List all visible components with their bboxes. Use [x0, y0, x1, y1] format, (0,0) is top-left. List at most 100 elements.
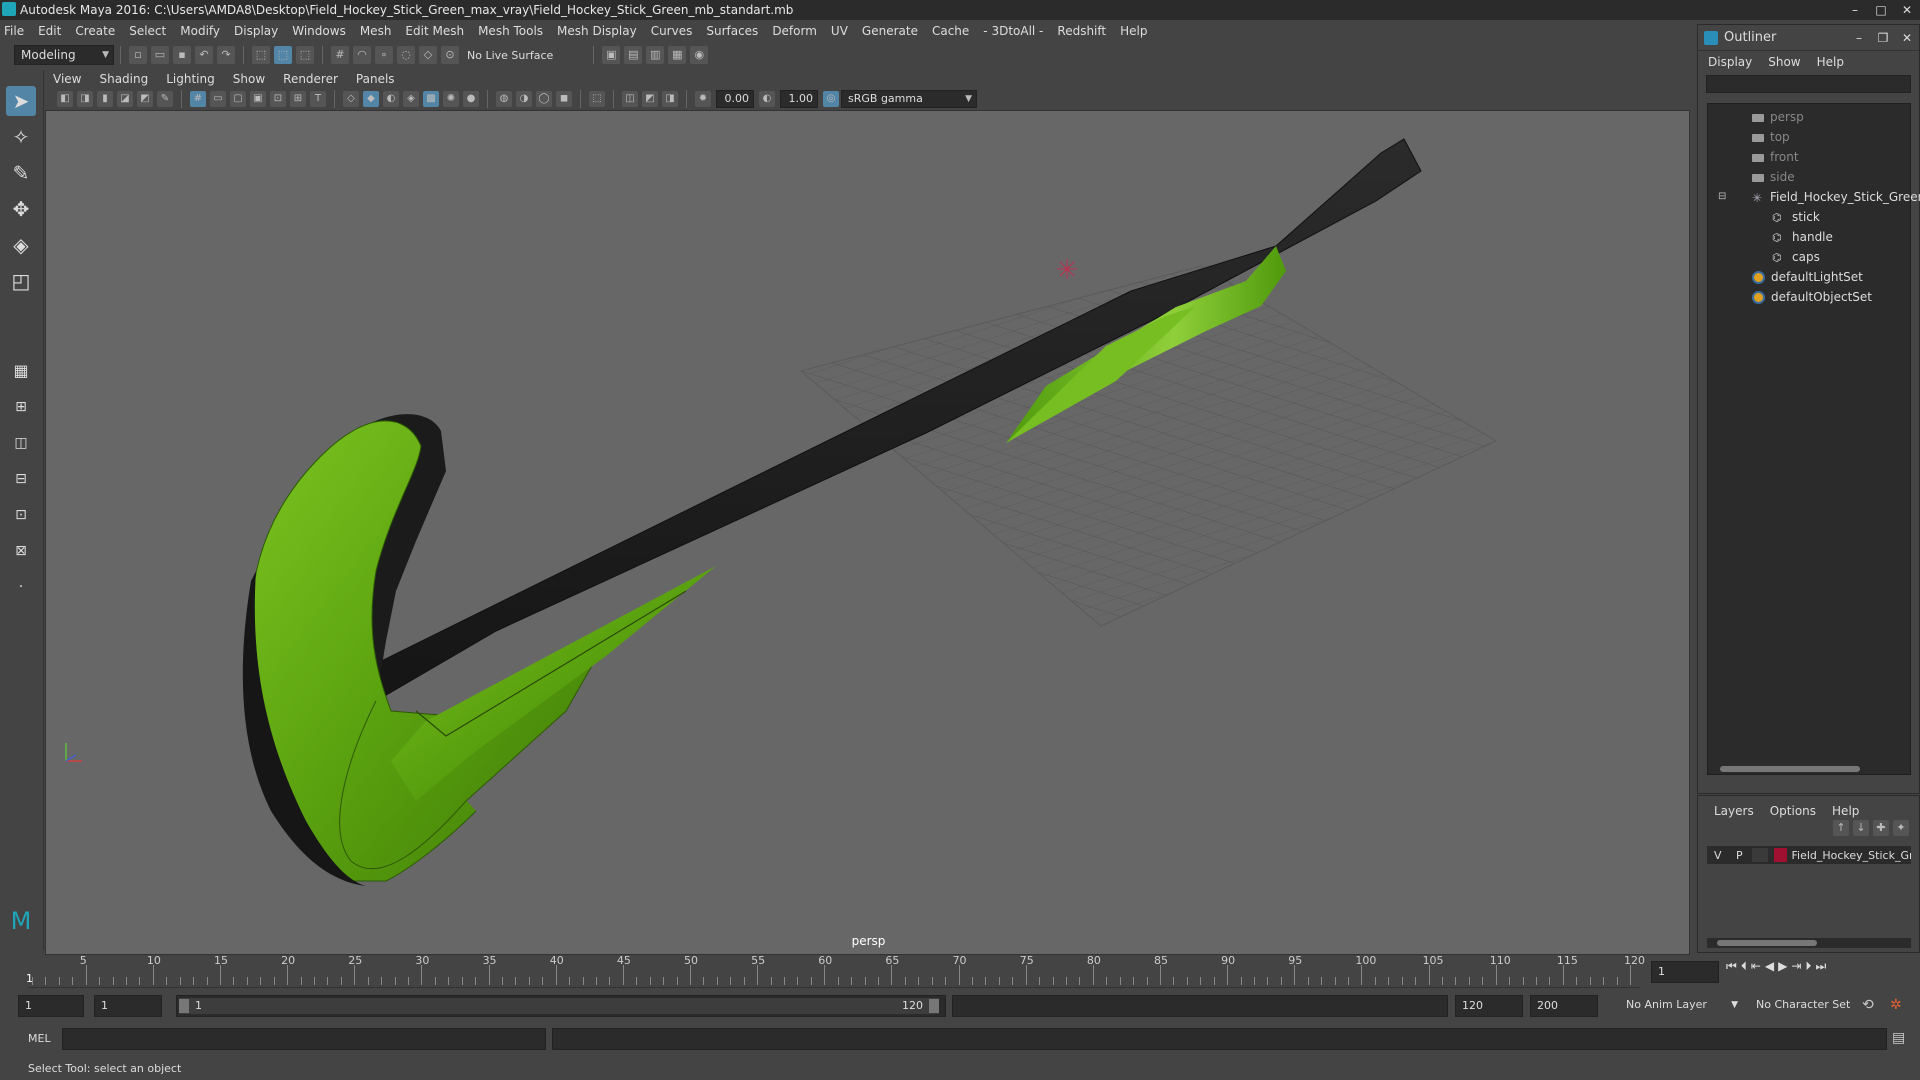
open-scene-icon[interactable]: ▭ [151, 46, 169, 64]
layer-menu-item[interactable]: Help [1832, 800, 1859, 822]
menu-set-dropdown[interactable]: Modeling ▼ [14, 45, 114, 65]
hypershade-layout-icon[interactable]: ⊠ [6, 536, 36, 566]
gamma-icon[interactable]: ◐ [759, 91, 775, 107]
outliner-menu-item[interactable]: Show [1768, 51, 1800, 73]
motion-blur-icon[interactable]: ◑ [516, 91, 532, 107]
camera-attr-icon[interactable]: ◨ [77, 91, 93, 107]
outliner-item[interactable]: defaultObjectSet [1752, 288, 1872, 306]
step-back-key-icon[interactable]: ⏴ [1741, 959, 1747, 974]
exposure-icon[interactable]: ✹ [695, 91, 711, 107]
new-scene-icon[interactable]: ▫ [129, 46, 147, 64]
time-slider[interactable]: 5 10 15 20 25 30 35 40 45 50 55 60 65 70 75 80 85 90 95 100… [0, 954, 1920, 988]
depth-of-field-icon[interactable]: ◼ [556, 91, 572, 107]
maximize-button[interactable]: □ [1868, 0, 1894, 20]
move-layer-down-icon[interactable]: ↓ [1853, 820, 1869, 836]
snap-grid-icon[interactable]: # [331, 46, 349, 64]
snap-point-icon[interactable]: ∘ [375, 46, 393, 64]
command-language-label[interactable]: MEL [28, 1032, 51, 1045]
safe-action-icon[interactable]: ⊞ [290, 91, 306, 107]
viewport-menu-item[interactable]: Panels [356, 72, 395, 86]
viewport-menu-item[interactable]: Lighting [166, 72, 215, 86]
menu-item[interactable]: Deform [772, 24, 817, 38]
step-forward-key-icon[interactable]: ⏵ [1805, 959, 1811, 974]
outliner-item[interactable]: top [1752, 128, 1790, 146]
menu-item[interactable]: Modify [180, 24, 220, 38]
menu-item[interactable]: Mesh Tools [478, 24, 543, 38]
move-tool-icon[interactable]: ✥ [6, 194, 36, 224]
wireframe-on-shaded-icon[interactable]: ◈ [403, 91, 419, 107]
play-backwards-icon[interactable]: ◀ [1765, 959, 1774, 974]
menu-item[interactable]: Edit [38, 24, 61, 38]
go-to-end-icon[interactable]: ⏭ [1815, 959, 1826, 974]
resolution-gate-icon[interactable]: ▢ [230, 91, 246, 107]
xray-icon[interactable]: ◫ [622, 91, 638, 107]
bookmark-icon[interactable]: ▮ [97, 91, 113, 107]
gamma-field[interactable]: 1.00 [780, 90, 818, 108]
select-tool-icon[interactable]: ➤ [6, 86, 36, 116]
four-view-layout-icon[interactable]: ⊞ [6, 392, 36, 422]
redo-icon[interactable]: ↷ [217, 46, 235, 64]
play-forwards-icon[interactable]: ▶ [1778, 959, 1787, 974]
xray-active-icon[interactable]: ◩ [642, 91, 658, 107]
undo-icon[interactable]: ↶ [195, 46, 213, 64]
grid-toggle-icon[interactable]: # [190, 91, 206, 107]
select-component-icon[interactable]: ⬚ [296, 46, 314, 64]
ipr-render-icon[interactable]: ▥ [646, 46, 665, 64]
menu-item[interactable]: Surfaces [706, 24, 758, 38]
layer-menu-item[interactable]: Layers [1714, 800, 1754, 822]
go-to-start-icon[interactable]: ⏮ [1726, 959, 1737, 974]
scene-end-field[interactable]: 200 [1530, 995, 1598, 1017]
anim-preferences-icon[interactable]: ✲ [1890, 997, 1902, 1013]
playback-end-field[interactable]: 120 [1455, 995, 1523, 1017]
new-layer-icon[interactable]: ✚ [1873, 820, 1889, 836]
paint-select-tool-icon[interactable]: ✎ [6, 158, 36, 188]
outliner-search-input[interactable] [1706, 75, 1911, 93]
scene-start-field[interactable]: 1 [18, 995, 84, 1017]
outliner-item[interactable]: side [1752, 168, 1795, 186]
menu-item[interactable]: Create [75, 24, 115, 38]
multisample-aa-icon[interactable]: ◯ [536, 91, 552, 107]
select-object-icon[interactable]: ⬚ [274, 46, 292, 64]
outliner-item[interactable]: defaultLightSet [1752, 268, 1863, 286]
range-end-handle[interactable] [929, 999, 939, 1013]
view-transform-dropdown[interactable]: sRGB gamma ▼ [841, 90, 977, 108]
outliner-restore-button[interactable]: ❐ [1871, 25, 1895, 51]
field-chart-icon[interactable]: ⊡ [270, 91, 286, 107]
outliner-hscrollbar[interactable] [1708, 764, 1910, 774]
layer-playback-toggle[interactable]: P [1729, 849, 1751, 862]
layer-visibility-toggle[interactable]: V [1707, 849, 1729, 862]
menu-item[interactable]: - 3DtoAll - [983, 24, 1043, 38]
textured-icon[interactable]: ▩ [423, 91, 439, 107]
menu-item[interactable]: Windows [292, 24, 346, 38]
move-layer-up-icon[interactable]: ↑ [1833, 820, 1849, 836]
menu-item[interactable]: Mesh Display [557, 24, 637, 38]
xray-joints-icon[interactable]: ◨ [662, 91, 678, 107]
grease-pencil-icon[interactable]: ✎ [157, 91, 173, 107]
outliner-close-button[interactable]: ✕ [1895, 25, 1919, 51]
graph-persp-layout-icon[interactable]: ⊡ [6, 500, 36, 530]
select-hierarchy-icon[interactable]: ⬚ [252, 46, 270, 64]
command-input[interactable] [62, 1028, 546, 1050]
exposure-field[interactable]: 0.00 [716, 90, 754, 108]
layer-hscrollbar[interactable] [1707, 938, 1911, 948]
playback-start-field[interactable]: 1 [94, 995, 162, 1017]
outliner-menu-item[interactable]: Help [1817, 51, 1844, 73]
smooth-shade-icon[interactable]: ◆ [363, 91, 379, 107]
viewport-menu-item[interactable]: View [53, 72, 81, 86]
menu-item[interactable]: Redshift [1057, 24, 1106, 38]
film-gate-toggle-icon[interactable]: ▭ [210, 91, 226, 107]
outliner-persp-layout-icon[interactable]: ⊟ [6, 464, 36, 494]
menu-item[interactable]: Edit Mesh [405, 24, 464, 38]
viewport-3d[interactable]: persp [45, 110, 1690, 955]
script-editor-icon[interactable]: ▤ [1892, 1030, 1905, 1046]
color-management-icon[interactable]: ◎ [823, 91, 839, 107]
menu-item[interactable]: Help [1120, 24, 1147, 38]
shadows-icon[interactable]: ● [463, 91, 479, 107]
side-by-side-layout-icon[interactable]: ◫ [6, 428, 36, 458]
menu-item[interactable]: Display [234, 24, 278, 38]
layer-ref-toggle[interactable] [1752, 848, 1768, 862]
menu-item[interactable]: Cache [932, 24, 969, 38]
viewport-menu-item[interactable]: Renderer [283, 72, 338, 86]
layout-menu-icon[interactable]: · [6, 572, 36, 602]
layer-color-swatch[interactable] [1773, 848, 1788, 862]
